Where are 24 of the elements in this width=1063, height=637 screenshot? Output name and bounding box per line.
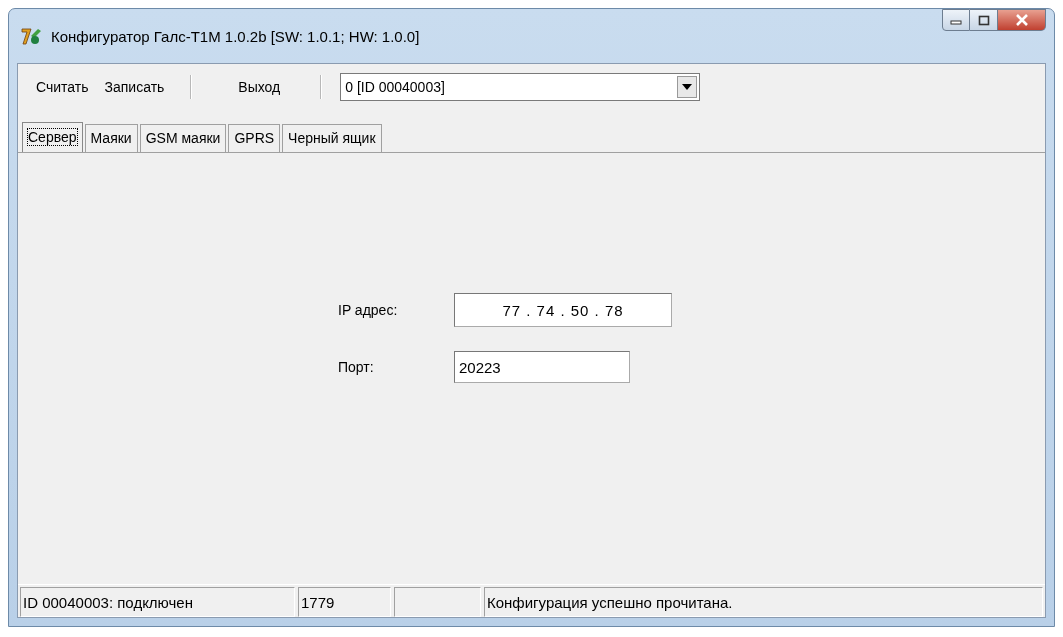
device-dropdown[interactable]: 0 [ID 00040003] bbox=[340, 73, 701, 101]
tab[interactable]: Маяки bbox=[84, 124, 138, 152]
status-panel: Конфигурация успешно прочитана. bbox=[484, 587, 1043, 617]
exit-button[interactable]: Выход bbox=[230, 77, 289, 97]
status-panel: ID 00040003: подключен bbox=[20, 587, 295, 617]
field-label: Порт: bbox=[338, 359, 375, 375]
toolbar-button[interactable]: Записать bbox=[96, 77, 173, 97]
dropdown-arrow-icon bbox=[682, 84, 693, 90]
tab[interactable]: GPRS bbox=[228, 124, 281, 152]
tab[interactable]: Сервер bbox=[22, 122, 83, 152]
close-icon bbox=[1014, 14, 1029, 26]
toolbar-button[interactable]: Считать bbox=[28, 77, 97, 97]
field-label: IP адрес: bbox=[338, 302, 399, 318]
minimize-button[interactable] bbox=[942, 9, 970, 31]
maximize-icon bbox=[977, 14, 990, 26]
ip-address-field[interactable]: 77 . 74 . 50 . 78 bbox=[454, 293, 672, 327]
window-title: Конфигуратор Галс-T1M 1.0.2b [SW: 1.0.1; HW: 1.0.0] bbox=[51, 27, 420, 45]
app-logo-icon bbox=[21, 26, 43, 46]
port-field[interactable]: 20223 bbox=[454, 351, 630, 383]
tab[interactable]: GSM маяки bbox=[139, 124, 227, 152]
close-button[interactable] bbox=[998, 9, 1046, 31]
maximize-button[interactable] bbox=[970, 9, 998, 31]
tab[interactable]: Черный ящик bbox=[282, 124, 382, 152]
status-panel: 1779 bbox=[298, 587, 391, 617]
